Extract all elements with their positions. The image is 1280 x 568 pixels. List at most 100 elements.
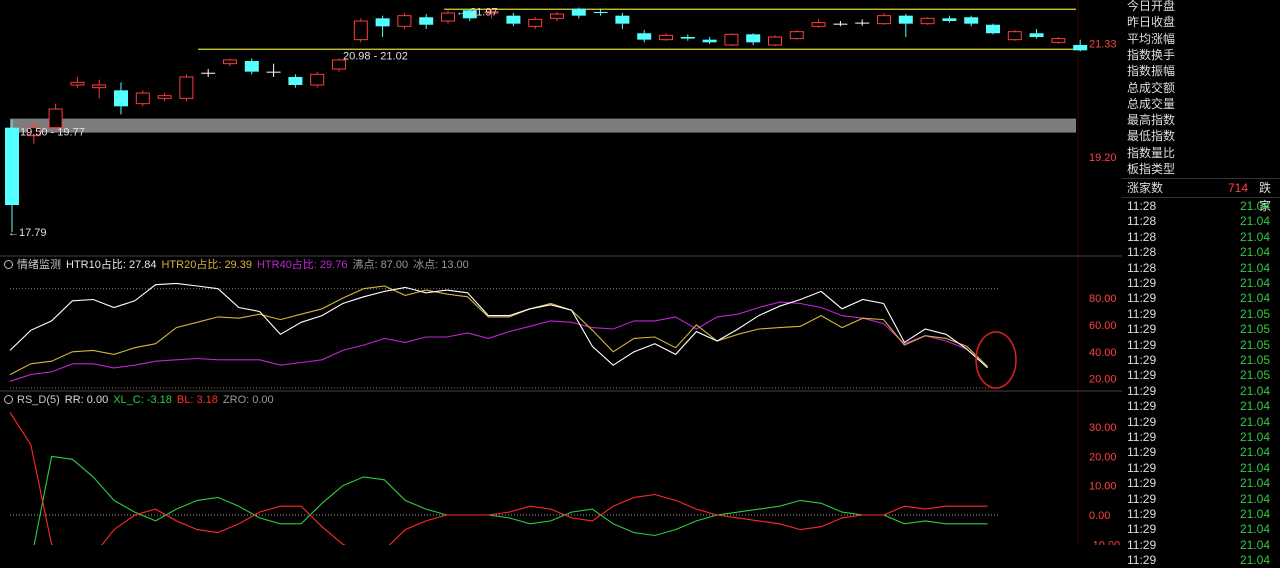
- candle-body: [746, 34, 761, 43]
- ind1-name: 情绪监测: [17, 259, 61, 271]
- candle: [179, 74, 194, 101]
- tick-price: 21.04: [1239, 445, 1270, 460]
- tick-row: 11:29 21.04: [1122, 476, 1280, 491]
- candle: [571, 7, 586, 19]
- candle: [637, 30, 652, 43]
- range-lower-label: 19.50 - 19.77: [20, 126, 85, 138]
- candle-body: [135, 92, 150, 105]
- candle: [1007, 30, 1022, 41]
- chart-canvas[interactable]: 21.33 19.20 ← 21.97 20.98 - 21.02 19.50 - 19…: [0, 0, 1122, 545]
- tick-row: 11:29 21.05: [1122, 353, 1280, 368]
- tick-time: 11:28: [1127, 229, 1157, 244]
- tick-row: 11:29 21.05: [1122, 338, 1280, 353]
- info-row-label: 最高指数: [1127, 113, 1176, 128]
- tick-row: 11:29 21.04: [1122, 291, 1280, 306]
- candle-body: [1007, 31, 1022, 41]
- tick-row: 11:29 21.05: [1122, 307, 1280, 322]
- candle-body: [441, 12, 455, 22]
- candle: [506, 13, 521, 27]
- candle-body: [680, 37, 695, 39]
- candle-body: [724, 33, 739, 46]
- tick-row: 11:29 21.04: [1122, 384, 1280, 399]
- ind2-rr: RR: 0.00: [64, 394, 109, 406]
- tick-time: 11:29: [1127, 414, 1157, 429]
- tick-time: 11:29: [1127, 553, 1157, 568]
- tick-price: 21.04: [1239, 291, 1270, 306]
- ind2-xlc: XL_C: -3.18: [113, 394, 172, 406]
- range-band: [10, 118, 1076, 133]
- tick-time: 11:29: [1127, 383, 1157, 398]
- candle-body: [528, 18, 543, 27]
- tick-time: 11:29: [1127, 460, 1157, 475]
- tick-price: 21.04: [1239, 430, 1270, 444]
- candle-body: [419, 17, 434, 25]
- tick-time: 11:29: [1127, 353, 1157, 367]
- tick-price: 21.04: [1239, 537, 1270, 552]
- tick-row: 11:29 21.04: [1122, 522, 1280, 537]
- candle: [1029, 29, 1044, 39]
- info-row-label: 平均涨幅: [1127, 31, 1176, 46]
- candle: [1073, 39, 1088, 52]
- candle: [789, 30, 804, 40]
- tick-price: 21.05: [1239, 337, 1270, 352]
- tick-row: 11:29 21.04: [1122, 276, 1280, 291]
- candle-body: [266, 71, 281, 73]
- candle-body: [571, 8, 586, 16]
- candle-body: [179, 76, 194, 99]
- tick-time: 11:28: [1127, 245, 1157, 260]
- tick-row: 11:29 21.04: [1122, 445, 1280, 460]
- candle: [419, 14, 434, 29]
- candle-body: [201, 72, 216, 74]
- tick-time: 11:29: [1127, 368, 1157, 383]
- candle-body: [288, 77, 303, 85]
- candle: [201, 69, 216, 77]
- chart-area[interactable]: 21.33 19.20 ← 21.97 20.98 - 21.02 19.50 - 19…: [0, 0, 1122, 545]
- tick-price: 21.04: [1239, 214, 1270, 229]
- candle-body: [1051, 38, 1066, 43]
- candle-body: [789, 31, 804, 40]
- candle: [768, 35, 782, 47]
- tick-price: 21.04: [1239, 414, 1270, 429]
- ind2-name: RS_D(5): [17, 394, 60, 406]
- ind2-axis-label: 0.00: [1089, 510, 1110, 522]
- candle-body: [1073, 45, 1088, 51]
- settings-icon[interactable]: [4, 395, 13, 404]
- tick-time: 11:29: [1127, 491, 1157, 506]
- candle: [986, 23, 1000, 35]
- tick-time: 11:28: [1127, 214, 1157, 229]
- tick-time: 11:29: [1127, 430, 1157, 444]
- tick-price: 21.04: [1239, 522, 1270, 537]
- candle-body: [811, 22, 826, 27]
- rise-count-row: 涨家数 714 跌家: [1122, 178, 1280, 213]
- ind1-header: 情绪监测 HTR10占比: 27.84 HTR20占比: 29.39 HTR40占比:…: [4, 258, 474, 272]
- tick-price: 21.04: [1239, 460, 1270, 475]
- candle: [855, 19, 870, 26]
- ind2-axis-label: 30.00: [1089, 422, 1117, 434]
- ind1-axis-label: 60.00: [1089, 320, 1117, 332]
- tick-price: 21.05: [1239, 306, 1270, 321]
- tick-time: 11:29: [1127, 306, 1157, 321]
- candle: [223, 58, 237, 67]
- candle: [375, 15, 390, 37]
- tick-time: 11:28: [1127, 199, 1157, 213]
- range-upper-label: 20.98 - 21.02: [343, 51, 408, 63]
- candle-body: [310, 73, 325, 86]
- tick-time: 11:29: [1127, 276, 1157, 290]
- tick-time: 11:29: [1127, 445, 1157, 460]
- candle-body: [898, 15, 913, 24]
- candle: [266, 63, 281, 77]
- candle: [5, 119, 19, 233]
- ind2-axis-label: 10.00: [1089, 481, 1117, 493]
- ind1-htr40: HTR40占比: 29.76: [256, 259, 348, 271]
- tick-row: 11:28 21.04: [1122, 230, 1280, 245]
- candle: [135, 90, 150, 107]
- tick-price: 21.04: [1239, 399, 1270, 414]
- candle-body: [659, 34, 673, 41]
- candle-body: [223, 59, 237, 65]
- candle-body: [855, 22, 870, 24]
- rise-count-label: 涨家数: [1127, 181, 1164, 195]
- candle-body: [70, 81, 85, 86]
- candle: [244, 58, 259, 75]
- settings-icon[interactable]: [4, 260, 13, 269]
- rise-count-value: 714: [1228, 181, 1249, 195]
